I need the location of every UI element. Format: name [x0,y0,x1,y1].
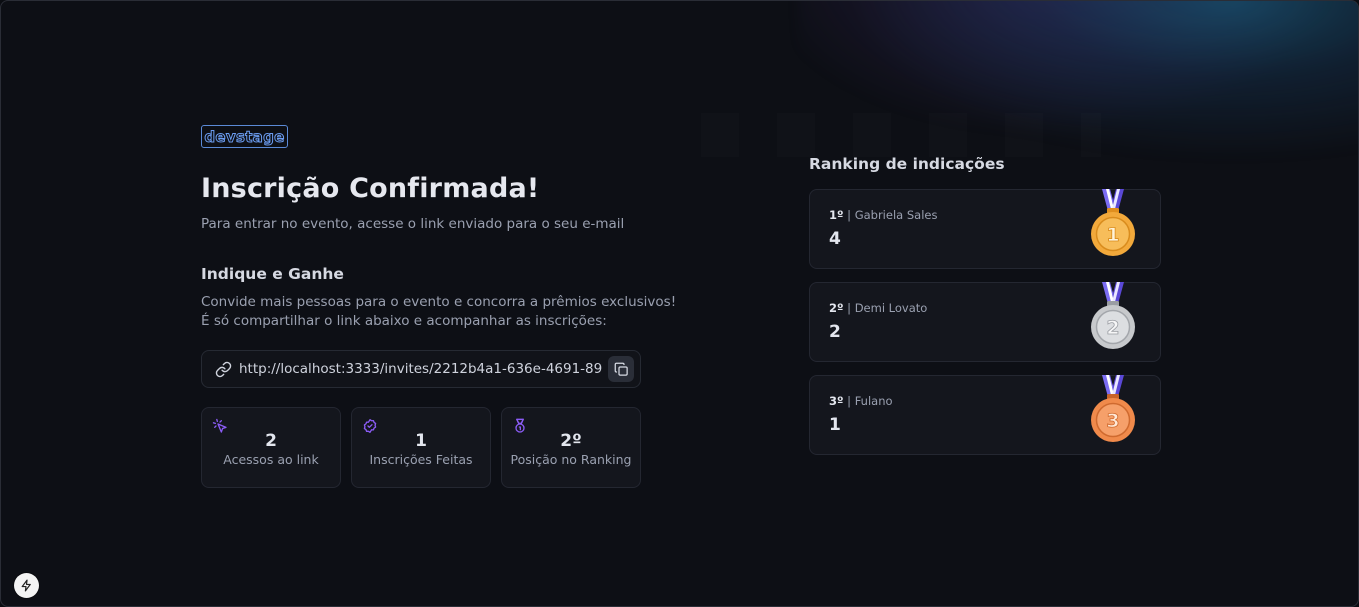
copy-icon [614,362,629,377]
page-title: Inscrição Confirmada! [201,173,540,204]
app-window: devstage Inscrição Confirmada! Para entr… [0,0,1359,607]
ranking-name: Demi Lovato [854,301,928,315]
stat-card-ranking-position: 2º Posição no Ranking [501,407,641,488]
medal-number: 3 [1106,410,1119,432]
ranking-position: 3º [829,394,844,408]
dev-tools-badge[interactable] [14,573,39,598]
ranking-separator: | [843,394,855,408]
gold-medal-icon: 1 [1091,189,1135,256]
ranking-entry-1: 1º | Gabriela Sales 4 1 [809,189,1161,269]
ranking-entry-header: 2º | Demi Lovato [829,301,927,315]
bronze-medal-icon: 3 [1091,375,1135,442]
ranking-entry-2: 2º | Demi Lovato 2 2 [809,282,1161,362]
ranking-entry-header: 1º | Gabriela Sales [829,208,937,222]
ranking-name: Gabriela Sales [854,208,938,222]
background-pattern [701,113,1101,157]
invite-description-line-2: É só compartilhar o link abaixo e acompa… [201,313,607,329]
medal-number: 2 [1106,317,1119,339]
silver-medal-icon: 2 [1091,282,1135,349]
stat-card-signups: 1 Inscrições Feitas [351,407,491,488]
stat-card-link-access: 2 Acessos ao link [201,407,341,488]
nextjs-bolt-icon [20,579,33,592]
invite-link-input[interactable] [239,361,603,377]
stat-label: Posição no Ranking [510,452,632,467]
ranking-position: 1º [829,208,844,222]
ranking-score: 1 [829,415,841,435]
stat-label: Acessos ao link [223,452,319,467]
ranking-separator: | [843,301,855,315]
medal-number: 1 [1106,224,1119,246]
stat-value: 2 [265,431,277,451]
invite-description-line-1: Convide mais pessoas para o evento e con… [201,294,677,310]
ranking-name: Fulano [854,394,893,408]
page-subtitle: Para entrar no evento, acesse o link env… [201,216,625,232]
ranking-separator: | [843,208,855,222]
ranking-score: 2 [829,322,841,342]
copy-link-button[interactable] [608,356,634,382]
invite-link-field [201,350,641,388]
ranking-title: Ranking de indicações [809,155,1005,173]
ranking-entry-header: 3º | Fulano [829,394,893,408]
ranking-position: 2º [829,301,844,315]
link-icon [215,361,232,378]
stat-value: 2º [560,431,582,451]
ranking-entry-3: 3º | Fulano 1 3 [809,375,1161,455]
devstage-logo: devstage [201,125,288,148]
invite-description: Convide mais pessoas para o evento e con… [201,293,676,331]
stat-value: 1 [415,431,427,451]
ranking-score: 4 [829,229,841,249]
stat-label: Inscrições Feitas [369,452,473,467]
invite-section-title: Indique e Ganhe [201,265,344,283]
